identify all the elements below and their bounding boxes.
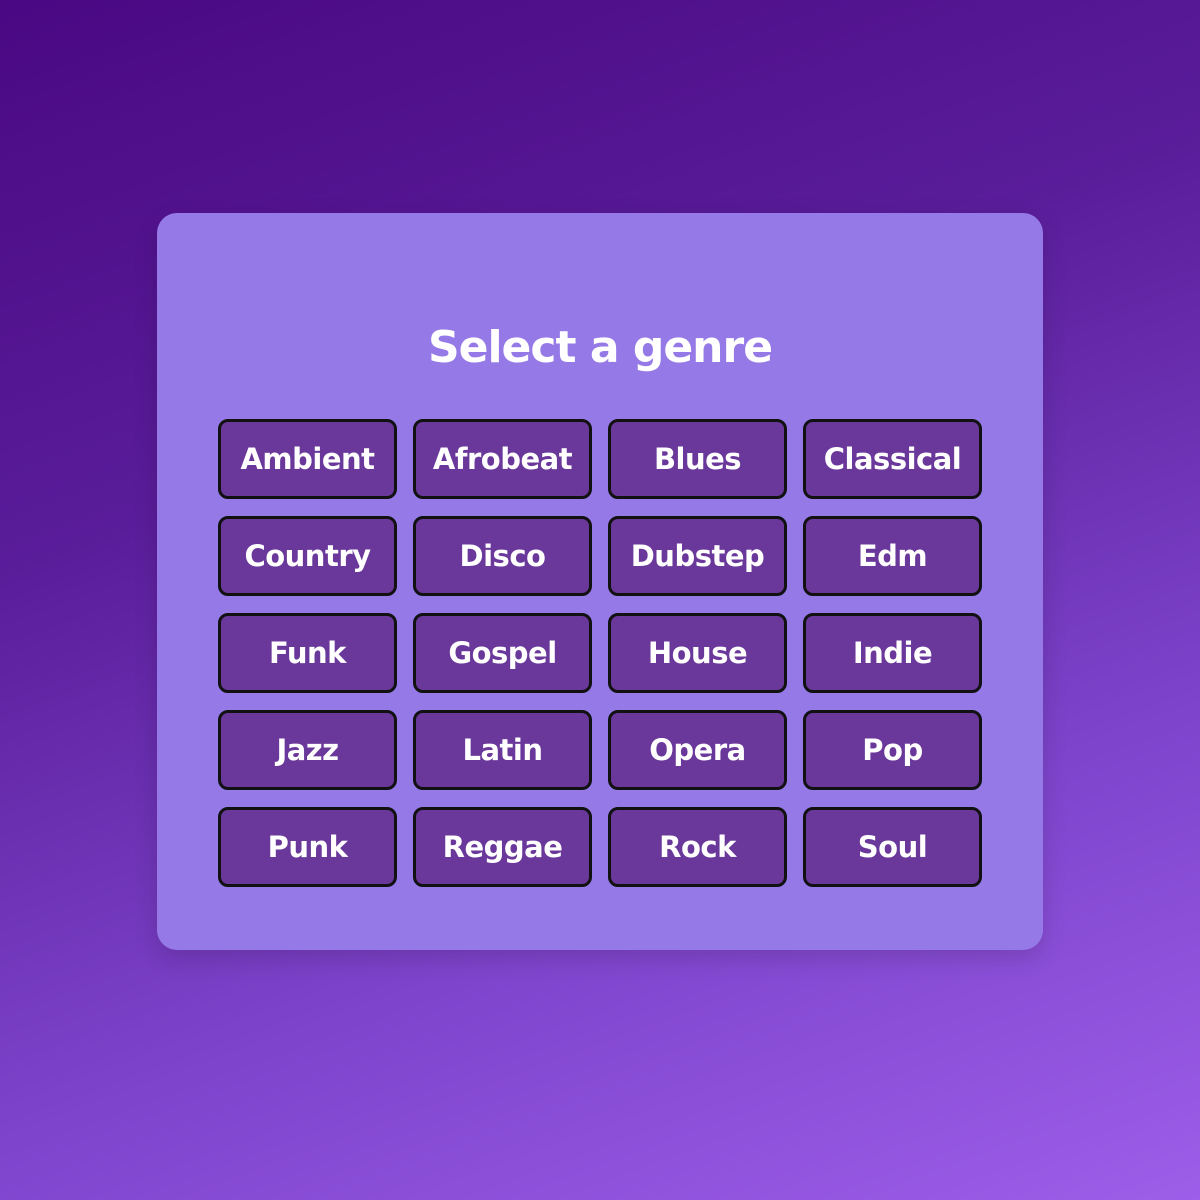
genre-button-funk[interactable]: Funk: [218, 613, 397, 693]
genre-button-latin[interactable]: Latin: [413, 710, 592, 790]
genre-button-blues[interactable]: Blues: [608, 419, 787, 499]
genre-button-rock[interactable]: Rock: [608, 807, 787, 887]
genre-button-house[interactable]: House: [608, 613, 787, 693]
genre-button-afrobeat[interactable]: Afrobeat: [413, 419, 592, 499]
genre-button-reggae[interactable]: Reggae: [413, 807, 592, 887]
genre-grid: Ambient Afrobeat Blues Classical Country Disc…: [218, 419, 982, 887]
genre-button-dubstep[interactable]: Dubstep: [608, 516, 787, 596]
genre-button-country[interactable]: Country: [218, 516, 397, 596]
genre-button-pop[interactable]: Pop: [803, 710, 982, 790]
genre-button-soul[interactable]: Soul: [803, 807, 982, 887]
genre-button-punk[interactable]: Punk: [218, 807, 397, 887]
genre-button-disco[interactable]: Disco: [413, 516, 592, 596]
genre-button-edm[interactable]: Edm: [803, 516, 982, 596]
genre-button-opera[interactable]: Opera: [608, 710, 787, 790]
genre-button-indie[interactable]: Indie: [803, 613, 982, 693]
page-title: Select a genre: [427, 322, 773, 373]
genre-button-classical[interactable]: Classical: [803, 419, 982, 499]
genre-button-jazz[interactable]: Jazz: [218, 710, 397, 790]
genre-button-ambient[interactable]: Ambient: [218, 419, 397, 499]
genre-button-gospel[interactable]: Gospel: [413, 613, 592, 693]
